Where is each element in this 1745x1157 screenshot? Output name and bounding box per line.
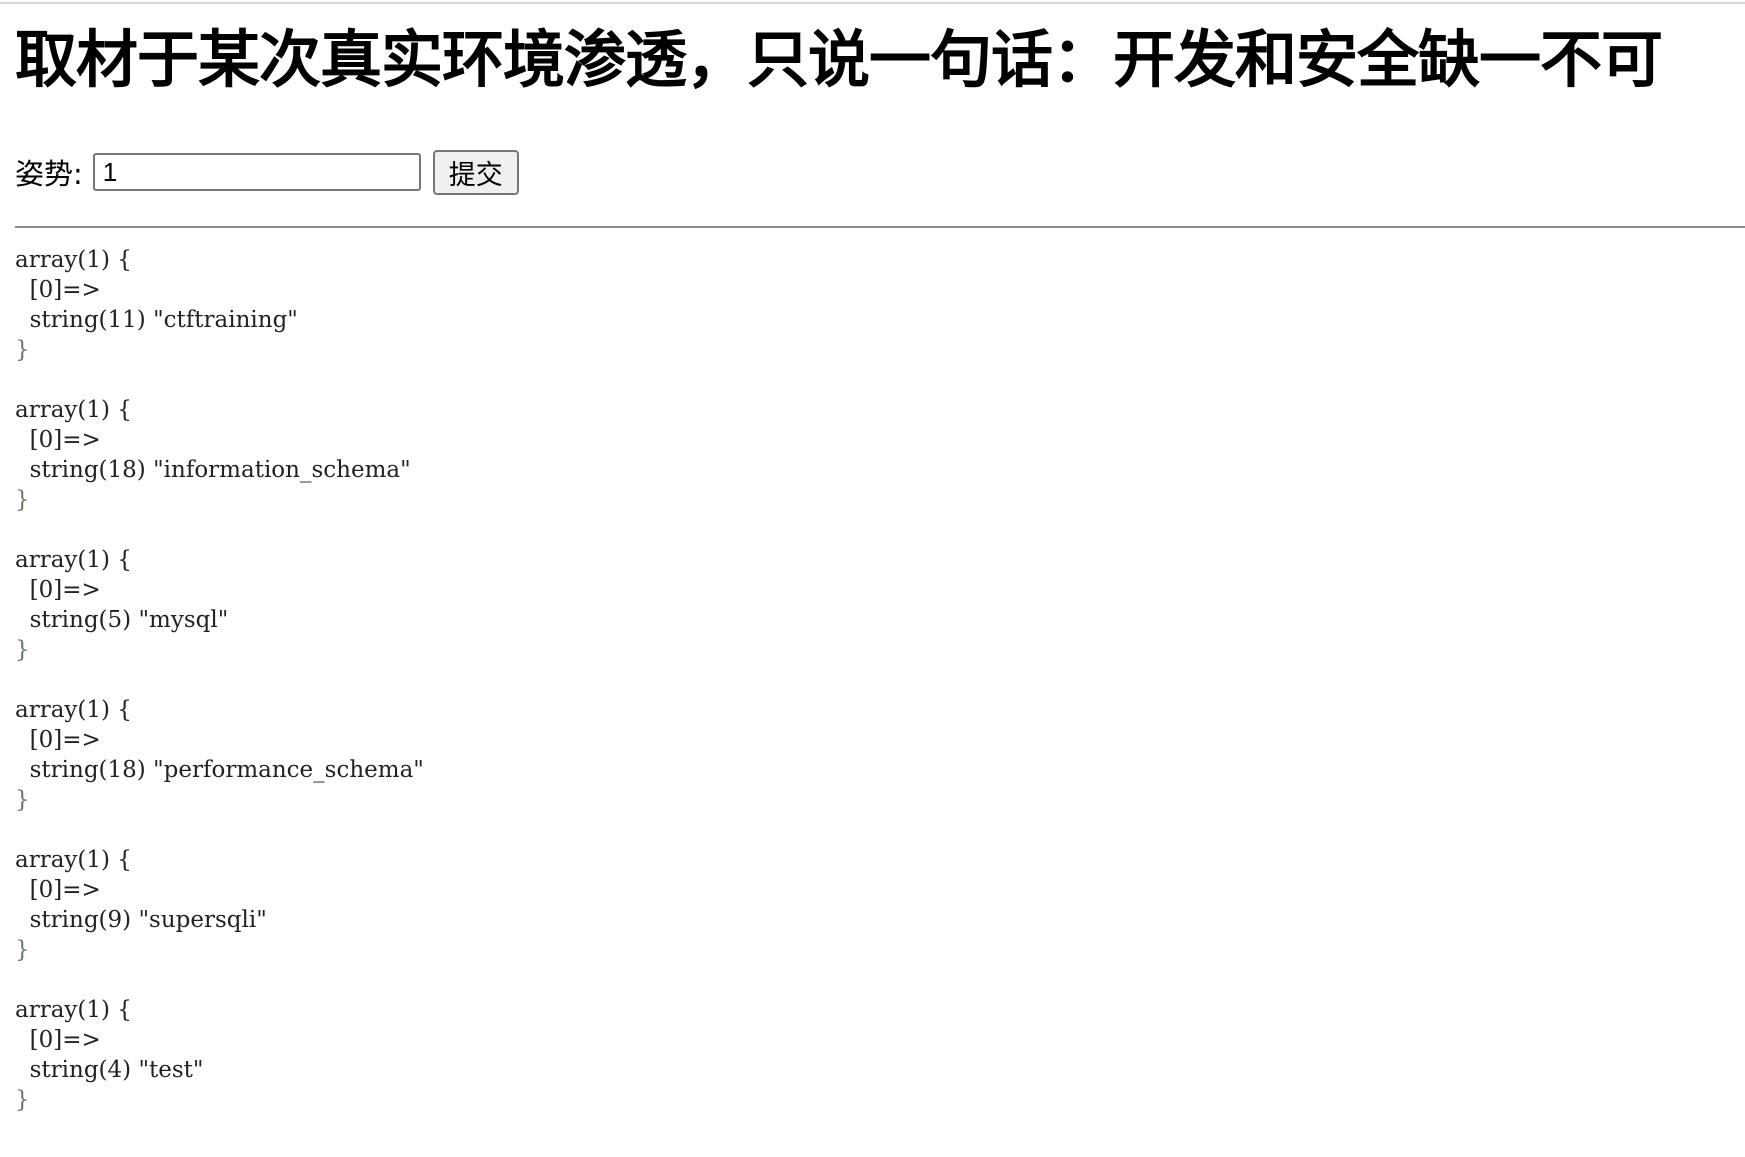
query-output: array(1) { [0]=> string(11) "ctftraining… [15,245,424,1145]
dump-value: string(11) "ctftraining" [15,307,298,333]
dump-close: } [15,637,30,663]
dump-header: array(1) { [15,547,132,573]
dump-close: } [15,337,30,363]
top-border [0,2,1745,4]
query-form: 姿势: 提交 [15,148,519,196]
query-input[interactable] [92,153,421,191]
dump-close: } [15,487,30,513]
dump-key: [0]=> [15,1027,101,1053]
page: 取材于某次真实环境渗透，只说一句话：开发和安全缺一不可 姿势: 提交 array… [0,0,1745,1157]
dump-header: array(1) { [15,847,132,873]
dump-header: array(1) { [15,997,132,1023]
dump-value: string(18) "information_schema" [15,457,411,483]
dump-block: array(1) { [0]=> string(18) "information… [15,395,424,515]
dump-block: array(1) { [0]=> string(9) "supersqli"} [15,845,424,965]
dump-header: array(1) { [15,697,132,723]
dump-value: string(9) "supersqli" [15,907,267,933]
dump-key: [0]=> [15,727,101,753]
dump-value: string(4) "test" [15,1057,204,1083]
dump-block: array(1) { [0]=> string(18) "performance… [15,695,424,815]
dump-block: array(1) { [0]=> string(11) "ctftraining… [15,245,424,365]
dump-header: array(1) { [15,247,132,273]
dump-close: } [15,1087,30,1113]
dump-block: array(1) { [0]=> string(4) "test"} [15,995,424,1115]
dump-value: string(18) "performance_schema" [15,757,424,783]
dump-close: } [15,787,30,813]
dump-close: } [15,937,30,963]
dump-key: [0]=> [15,277,101,303]
input-label: 姿势: [15,157,83,191]
dump-key: [0]=> [15,427,101,453]
dump-block: array(1) { [0]=> string(5) "mysql"} [15,545,424,665]
dump-value: string(5) "mysql" [15,607,229,633]
divider [15,226,1745,228]
page-title: 取材于某次真实环境渗透，只说一句话：开发和安全缺一不可 [15,23,1663,96]
submit-button[interactable]: 提交 [432,149,519,195]
dump-header: array(1) { [15,397,132,423]
dump-key: [0]=> [15,577,101,603]
dump-key: [0]=> [15,877,101,903]
